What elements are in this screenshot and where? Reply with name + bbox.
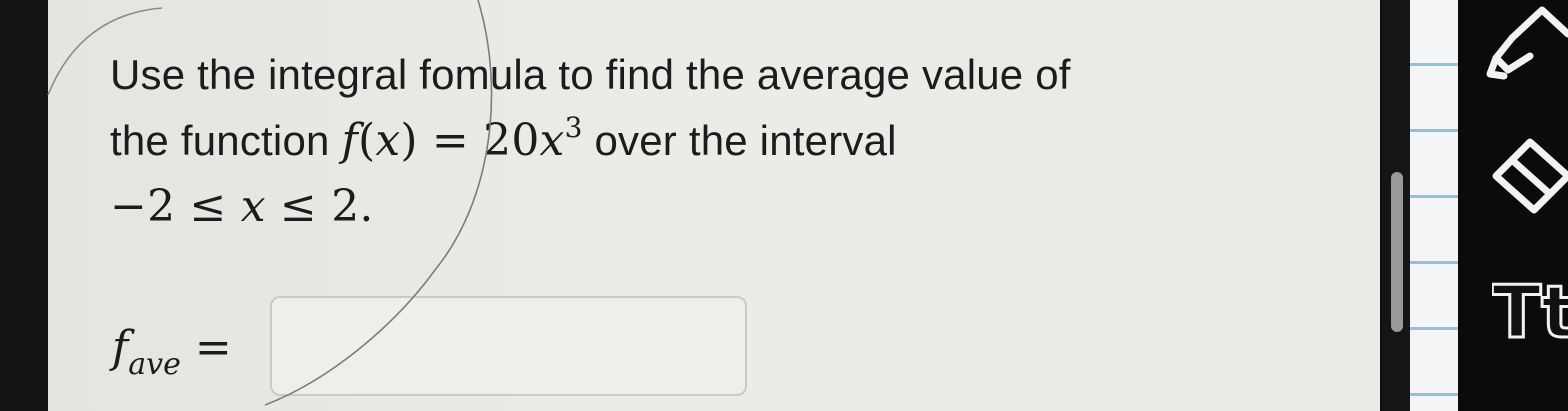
function-exponent: 3 [564,111,583,144]
function-equals: = [417,115,484,166]
text-tool-icon[interactable]: Tt [1492,262,1568,362]
question-line-2-prefix: the function [110,117,342,164]
ruled-paper-strip [1410,0,1458,411]
function-power-variable: x [539,115,565,166]
answer-label-f: f [112,322,129,373]
answer-label: fave = [112,322,232,382]
highlighter-icon[interactable] [1482,4,1568,84]
interval-low: −2 [110,181,176,232]
interval-end: . [359,181,374,232]
interval-high: 2 [331,181,360,232]
function-name: f [341,115,358,166]
question-line-2-suffix: over the interval [582,117,897,164]
answer-input[interactable] [270,296,747,396]
left-bezel [0,0,48,411]
function-expression: f(x) = 20x3 [341,111,583,167]
question-line-1: Use the integral fomula to find the aver… [110,42,1270,108]
function-variable: x [375,115,401,166]
interval-le-2: ≤ [265,181,332,232]
question-line-2: the function f(x) = 20x3 over the interv… [110,108,1270,174]
eraser-icon[interactable] [1482,130,1568,220]
interval-expression: −2 ≤ x ≤ 2. [110,181,374,232]
question-text: Use the integral fomula to find the aver… [110,42,1270,240]
answer-label-equals: = [194,322,232,373]
question-line-1-text: Use the integral fomula to find the aver… [110,51,1071,98]
text-tool-label: Tt [1492,269,1568,356]
screen: Use the integral fomula to find the aver… [0,0,1568,411]
question-line-3: −2 ≤ x ≤ 2. [110,174,1270,240]
function-coefficient: 20 [483,115,540,166]
interval-le-1: ≤ [175,181,241,232]
answer-label-subscript: ave [128,347,181,382]
interval-variable: x [240,181,266,232]
scrollbar-thumb[interactable] [1391,172,1403,332]
